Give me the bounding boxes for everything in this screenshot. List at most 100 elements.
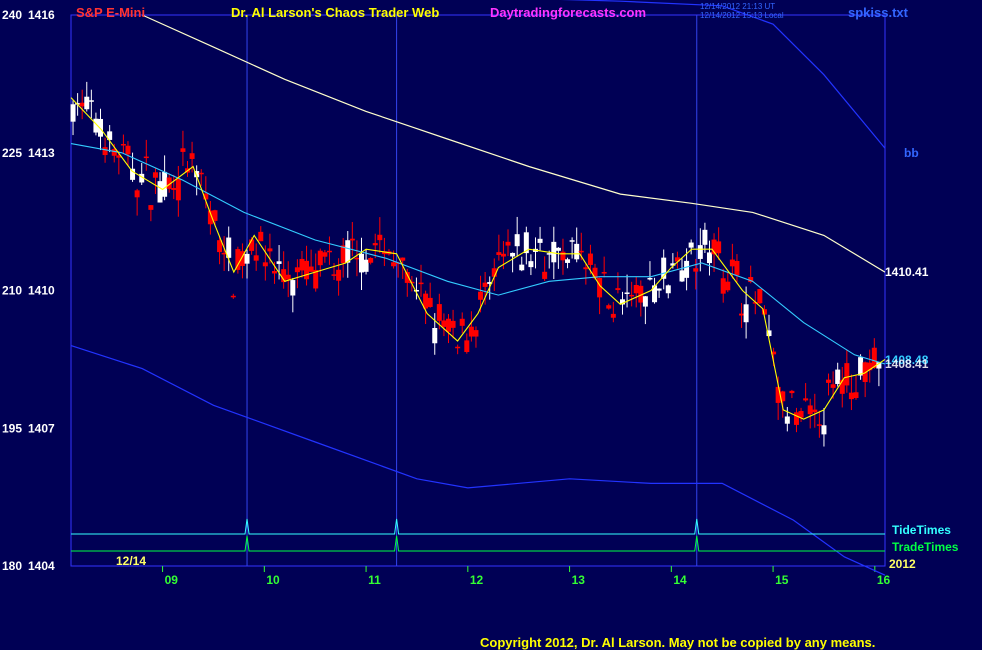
price-bar-body [519, 264, 525, 271]
price-bar-body [830, 384, 836, 388]
price-bar-body [441, 320, 447, 327]
price-bar-body [468, 326, 474, 337]
price-bar-body [98, 118, 104, 137]
price-bar-body [290, 280, 296, 296]
price-bar-body [784, 416, 790, 424]
x-tick-label: 13 [572, 573, 586, 587]
price-bar-body [478, 291, 484, 300]
price-bar-body [697, 245, 703, 259]
price-bar-body [244, 253, 250, 264]
price-bar-body [157, 181, 163, 203]
price-bar-body [743, 304, 749, 323]
chart-title: Dr. Al Larson's Chaos Trader Web [231, 5, 439, 20]
price-bar-body [679, 270, 685, 282]
price-bar-body [455, 346, 461, 349]
price-bar-body [143, 156, 149, 159]
timestamp-local: 12/14/2012 15:13 Local [700, 11, 784, 20]
x-tick-label: 12 [470, 573, 484, 587]
x-tick-label: 15 [775, 573, 789, 587]
price-bar-body [70, 104, 76, 122]
price-chart: 240 1416225 1413210 1410195 1407180 1404 09 10… [0, 0, 982, 650]
price-bar-body [299, 258, 305, 271]
price-bar-body [235, 249, 241, 270]
price-bar-body [464, 340, 470, 353]
y-tick-osc: 240 [2, 8, 22, 22]
price-bar-body [162, 171, 168, 197]
y-tick-price: 1404 [28, 559, 55, 573]
price-bar-body [826, 379, 832, 383]
y-tick-price: 1410 [28, 284, 55, 298]
price-bar-body [427, 297, 433, 307]
price-bar-body [720, 278, 726, 294]
price-bar-body [377, 234, 383, 241]
price-bar-body [624, 292, 630, 294]
price-bar-body [807, 405, 813, 415]
price-bar-body [363, 259, 369, 272]
price-bar-body [372, 243, 378, 246]
x-tick-label: 11 [368, 573, 381, 587]
year-label: 2012 [889, 557, 916, 571]
price-bar-body [102, 147, 108, 156]
price-bar-body [587, 253, 593, 265]
mid-ema-value: 1408.41 [885, 357, 929, 371]
price-bar-body [285, 274, 291, 280]
price-bar-body [262, 262, 268, 267]
price-bar-body [629, 294, 635, 297]
price-bar-body [130, 168, 136, 180]
price-bar-body [79, 102, 85, 107]
price-bar-body [294, 267, 300, 273]
price-bar-body [276, 261, 282, 264]
price-bar-body [326, 250, 332, 253]
price-bar-body [684, 260, 690, 278]
y-tick-osc: 225 [2, 146, 22, 160]
price-bar-body [304, 260, 310, 280]
price-bar-body [171, 188, 177, 190]
price-bar-body [84, 96, 90, 110]
price-bar-body [358, 253, 364, 273]
price-bar-body [450, 320, 456, 328]
price-bar-body [180, 148, 186, 152]
price-bar-body [345, 240, 351, 263]
price-bar-body [610, 313, 616, 318]
x-tick-label: 10 [266, 573, 280, 587]
price-bar-body [505, 241, 511, 246]
price-bar-body [198, 172, 204, 175]
trade-times-label: TradeTimes [892, 540, 959, 554]
price-bar-body [560, 251, 566, 261]
data-file-name: spkiss.txt [848, 5, 909, 20]
price-bar-body [230, 295, 236, 298]
price-bar-body [546, 253, 552, 255]
price-bar-body [134, 190, 140, 198]
price-bar-body [349, 238, 355, 241]
price-bar-body [821, 425, 827, 435]
price-bar-body [812, 409, 818, 413]
price-bar-body [729, 259, 735, 267]
price-bar-body [583, 267, 589, 270]
price-bar-body [725, 281, 731, 291]
price-bar-body [120, 144, 126, 146]
price-bar-body [253, 255, 259, 261]
site-link[interactable]: Daytradingforecasts.com [490, 5, 646, 20]
envelope-label: bb [904, 146, 919, 160]
price-bar-body [739, 313, 745, 316]
y-tick-osc: 180 [2, 559, 22, 573]
price-bar-body [322, 252, 328, 257]
price-bar-body [459, 318, 465, 326]
price-bar-body [308, 266, 314, 272]
price-bar-body [706, 252, 712, 264]
price-bar-body [789, 390, 795, 394]
price-bar-body [816, 424, 822, 426]
price-bar-body [500, 253, 506, 257]
price-bar-body [445, 318, 451, 332]
price-bar-body [693, 268, 699, 272]
price-bar-body [656, 288, 662, 291]
price-bar-body [551, 241, 557, 263]
price-bar-body [642, 296, 648, 307]
price-bar-body [793, 412, 799, 425]
price-bar-body [702, 229, 708, 245]
price-bar-body [615, 288, 621, 291]
y-tick-price: 1413 [28, 146, 55, 160]
price-bar-body [633, 285, 639, 294]
price-bar-body [848, 392, 854, 400]
x-tick-label: 09 [165, 573, 179, 587]
